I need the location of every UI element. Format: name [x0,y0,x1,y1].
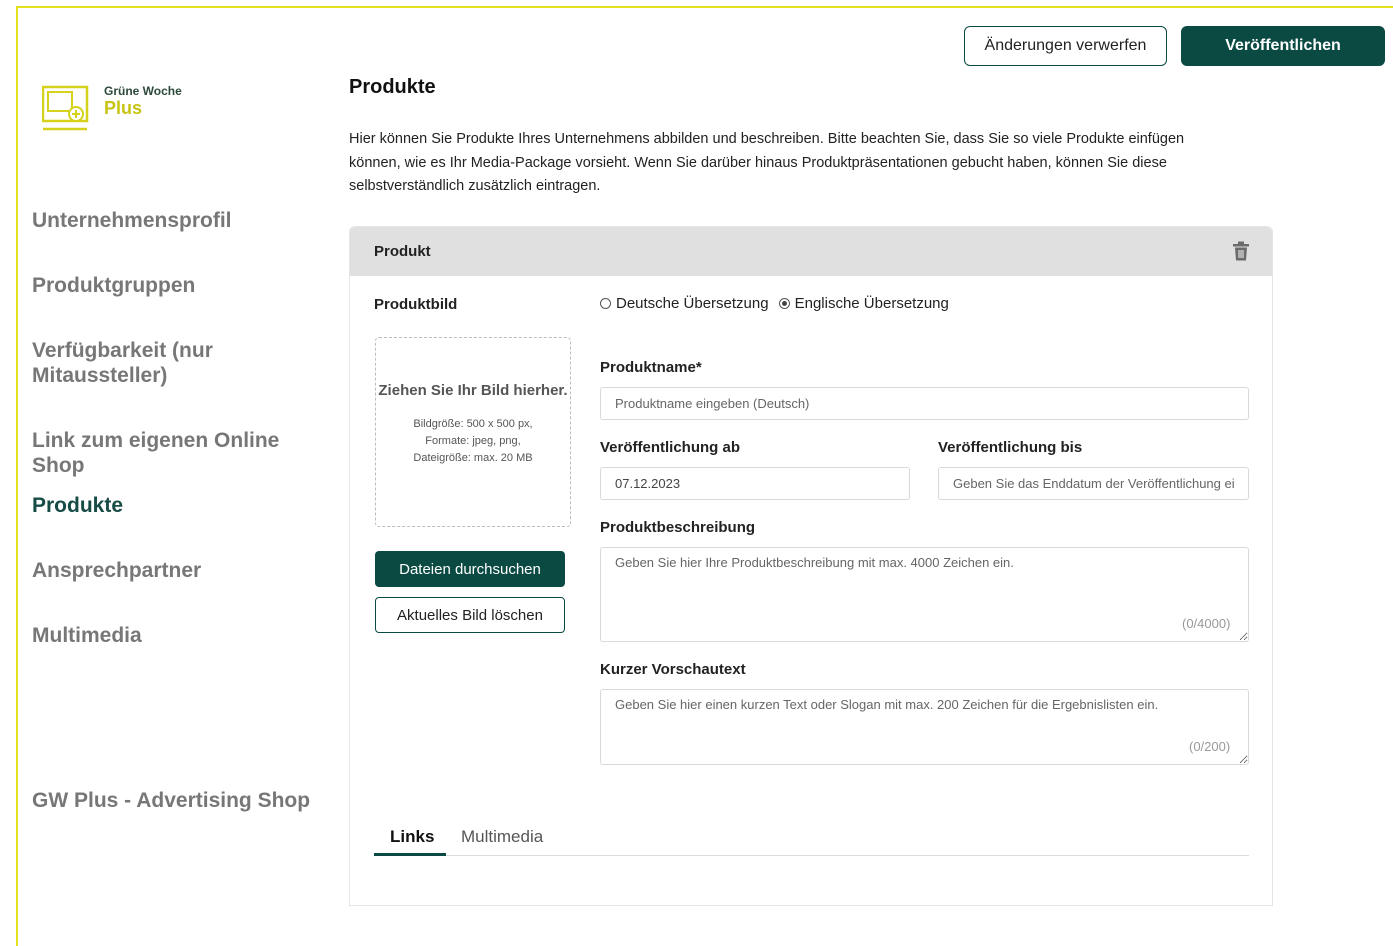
radio-german-label[interactable]: Deutsche Übersetzung [616,295,769,312]
radio-german[interactable] [600,298,611,309]
page-title: Produkte [349,76,436,98]
product-card: Produkt Produktbild Deutsche Übersetzung… [349,226,1273,906]
description-counter: (0/4000) [1182,616,1231,631]
product-name-input[interactable] [600,387,1249,420]
sidebar-item-advertising-shop[interactable]: GW Plus - Advertising Shop [32,788,332,813]
description-textarea[interactable] [600,547,1249,642]
sidebar-item-multimedia[interactable]: Multimedia [32,623,332,648]
tabs-divider [374,855,1249,856]
logo-line2: Plus [104,98,143,118]
publish-button[interactable]: Veröffentlichen [1181,26,1385,66]
preview-counter: (0/200) [1189,739,1231,754]
browse-files-button[interactable]: Dateien durchsuchen [375,551,565,587]
logo-icon [42,85,89,131]
tab-links[interactable]: Links [390,827,434,847]
product-name-label: Produktname* [600,359,702,376]
sidebar-item-availability[interactable]: Verfügbarkeit (nur Mitaussteller) [32,338,232,388]
publish-until-label: Veröffentlichung bis [938,439,1083,456]
radio-english[interactable] [778,298,790,309]
trash-icon[interactable] [1232,241,1250,261]
sidebar-item-products[interactable]: Produkte [32,493,332,518]
logo-line1: Grüne Woche [104,84,182,98]
sidebar-item-contacts[interactable]: Ansprechpartner [32,558,332,583]
image-dropzone[interactable]: Ziehen Sie Ihr Bild hierher. Bildgröße: … [375,337,571,527]
dropzone-title: Ziehen Sie Ihr Bild hierher. [378,382,568,399]
publish-from-label: Veröffentlichung ab [600,439,741,456]
tab-multimedia[interactable]: Multimedia [461,827,543,847]
active-tab-indicator [374,853,446,856]
product-card-title: Produkt [374,243,431,260]
language-radio-group: Deutsche Übersetzung Englische Übersetzu… [600,295,959,312]
sidebar-item-online-shop[interactable]: Link zum eigenen Online Shop [32,428,332,478]
sidebar-item-company-profile[interactable]: Unternehmensprofil [32,208,332,233]
sidebar-item-product-groups[interactable]: Produktgruppen [32,273,332,298]
product-image-label: Produktbild [374,296,458,313]
logo[interactable]: Grüne Woche Plus [42,84,202,136]
dropzone-info: Bildgröße: 500 x 500 px, Formate: jpeg, … [413,418,533,464]
intro-text: Hier können Sie Produkte Ihres Unternehm… [349,131,1185,194]
discard-changes-button[interactable]: Änderungen verwerfen [964,26,1167,66]
preview-textarea[interactable] [600,689,1249,765]
publish-from-input[interactable] [600,467,910,500]
product-card-header: Produkt [350,227,1272,276]
radio-english-label[interactable]: Englische Übersetzung [795,295,949,312]
publish-until-input[interactable] [938,467,1249,500]
delete-image-button[interactable]: Aktuelles Bild löschen [375,597,565,633]
description-label: Produktbeschreibung [600,519,756,536]
preview-text-label: Kurzer Vorschautext [600,661,746,678]
